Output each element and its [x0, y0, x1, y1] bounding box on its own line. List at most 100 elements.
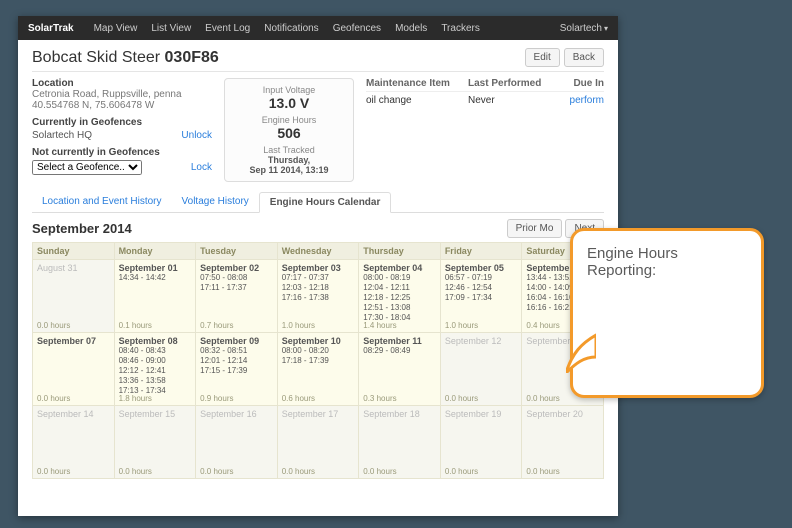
- account-menu[interactable]: Solartech▾: [560, 23, 608, 34]
- calendar-hours: 1.0 hours: [282, 321, 315, 330]
- callout-text: Engine Hours Reporting:: [587, 245, 747, 279]
- voltage-value: 13.0 V: [229, 95, 349, 111]
- prior-month-button[interactable]: Prior Mo: [507, 219, 563, 238]
- back-button[interactable]: Back: [564, 48, 604, 67]
- calendar-cell[interactable]: September 200.0 hours: [522, 406, 604, 479]
- tab-voltage-history[interactable]: Voltage History: [172, 192, 259, 212]
- nav-notifications[interactable]: Notifications: [264, 23, 318, 34]
- nav-map-view[interactable]: Map View: [94, 23, 138, 34]
- calendar-date: September 04: [363, 263, 436, 273]
- hours-label: Engine Hours: [229, 115, 349, 125]
- calendar-event: 08:32 - 08:51: [200, 346, 273, 356]
- calendar-day-header: Wednesday: [277, 243, 359, 260]
- calendar-hours: 0.3 hours: [363, 394, 396, 403]
- calendar-event: 08:40 - 08:43: [119, 346, 192, 356]
- calendar-event: 14:34 - 14:42: [119, 273, 192, 283]
- calendar-date: September 15: [119, 409, 192, 419]
- calendar-hours: 0.0 hours: [37, 394, 70, 403]
- calendar-hours: 0.9 hours: [200, 394, 233, 403]
- location-label: Location: [32, 78, 212, 89]
- nav-list-view[interactable]: List View: [151, 23, 191, 34]
- calendar-date: September 03: [282, 263, 355, 273]
- calendar-event: 13:36 - 13:58: [119, 376, 192, 386]
- calendar-cell[interactable]: September 180.0 hours: [359, 406, 441, 479]
- tab-engine-hours[interactable]: Engine Hours Calendar: [259, 192, 392, 213]
- calendar-date: August 31: [37, 263, 110, 273]
- chevron-down-icon: ▾: [604, 24, 608, 33]
- in-geofence-label: Currently in Geofences: [32, 117, 212, 128]
- calendar: SundayMondayTuesdayWednesdayThursdayFrid…: [32, 242, 604, 479]
- calendar-event: 17:15 - 17:39: [200, 366, 273, 376]
- calendar-date: September 16: [200, 409, 273, 419]
- calendar-cell[interactable]: September 0408:00 - 08:1912:04 - 12:1112…: [359, 260, 441, 333]
- calendar-cell[interactable]: September 0307:17 - 07:3712:03 - 12:1817…: [277, 260, 359, 333]
- nav-geofences[interactable]: Geofences: [333, 23, 381, 34]
- asset-id: 030F86: [165, 49, 219, 66]
- calendar-event: 17:16 - 17:38: [282, 293, 355, 303]
- calendar-cell[interactable]: September 170.0 hours: [277, 406, 359, 479]
- callout-tail-icon: [566, 333, 596, 373]
- callout: Engine Hours Reporting:: [570, 228, 764, 398]
- calendar-cell[interactable]: September 1008:00 - 08:2017:18 - 17:390.…: [277, 333, 359, 406]
- calendar-hours: 0.4 hours: [526, 321, 559, 330]
- calendar-event: 12:51 - 13:08: [363, 303, 436, 313]
- calendar-event: 08:00 - 08:19: [363, 273, 436, 283]
- calendar-title: September 2014: [32, 221, 132, 236]
- unlock-link[interactable]: Unlock: [181, 130, 212, 141]
- calendar-date: September 10: [282, 336, 355, 346]
- calendar-cell[interactable]: September 150.0 hours: [114, 406, 196, 479]
- calendar-date: September 01: [119, 263, 192, 273]
- calendar-event: 12:18 - 12:25: [363, 293, 436, 303]
- tracked-value: Thursday, Sep 11 2014, 13:19: [229, 155, 349, 175]
- calendar-day-header: Monday: [114, 243, 196, 260]
- calendar-cell[interactable]: September 160.0 hours: [196, 406, 278, 479]
- calendar-hours: 0.0 hours: [37, 321, 70, 330]
- calendar-event: 07:50 - 08:08: [200, 273, 273, 283]
- calendar-date: September 09: [200, 336, 273, 346]
- calendar-hours: 0.0 hours: [282, 467, 315, 476]
- tracked-label: Last Tracked: [229, 145, 349, 155]
- calendar-hours: 0.0 hours: [37, 467, 70, 476]
- calendar-event: 08:00 - 08:20: [282, 346, 355, 356]
- calendar-event: 12:46 - 12:54: [445, 283, 518, 293]
- calendar-day-header: Thursday: [359, 243, 441, 260]
- brand: SolarTrak: [28, 23, 74, 34]
- calendar-cell[interactable]: September 190.0 hours: [440, 406, 522, 479]
- maintenance-table: Maintenance Item Last Performed Due In o…: [366, 78, 604, 182]
- app-panel: SolarTrak Map View List View Event Log N…: [18, 16, 618, 516]
- maint-perform-link[interactable]: perform: [553, 95, 604, 106]
- calendar-cell[interactable]: September 0506:57 - 07:1912:46 - 12:5417…: [440, 260, 522, 333]
- lock-link[interactable]: Lock: [191, 162, 212, 173]
- nav-trackers[interactable]: Trackers: [441, 23, 480, 34]
- geofence-select[interactable]: Select a Geofence...: [32, 160, 142, 175]
- calendar-cell[interactable]: September 070.0 hours: [33, 333, 115, 406]
- calendar-event: 08:29 - 08:49: [363, 346, 436, 356]
- nav-event-log[interactable]: Event Log: [205, 23, 250, 34]
- calendar-day-header: Tuesday: [196, 243, 278, 260]
- calendar-cell[interactable]: September 0114:34 - 14:42 0.1 hours: [114, 260, 196, 333]
- calendar-date: September 05: [445, 263, 518, 273]
- title-bar: Bobcat Skid Steer 030F86 Edit Back: [32, 48, 604, 72]
- tab-location-history[interactable]: Location and Event History: [32, 192, 172, 212]
- calendar-hours: 1.8 hours: [119, 394, 152, 403]
- topbar: SolarTrak Map View List View Event Log N…: [18, 16, 618, 40]
- calendar-event: 07:17 - 07:37: [282, 273, 355, 283]
- calendar-cell[interactable]: August 31 0.0 hours: [33, 260, 115, 333]
- calendar-cell[interactable]: September 1108:29 - 08:49 0.3 hours: [359, 333, 441, 406]
- edit-button[interactable]: Edit: [525, 48, 560, 67]
- calendar-hours: 0.0 hours: [526, 394, 559, 403]
- voltage-label: Input Voltage: [229, 85, 349, 95]
- nav-models[interactable]: Models: [395, 23, 427, 34]
- calendar-hours: 0.1 hours: [119, 321, 152, 330]
- calendar-cell[interactable]: September 12 0.0 hours: [440, 333, 522, 406]
- calendar-day-header: Friday: [440, 243, 522, 260]
- calendar-cell[interactable]: September 0808:40 - 08:4308:46 - 09:0012…: [114, 333, 196, 406]
- calendar-hours: 0.0 hours: [445, 394, 478, 403]
- calendar-cell[interactable]: September 0908:32 - 08:5112:01 - 12:1417…: [196, 333, 278, 406]
- calendar-event: 17:18 - 17:39: [282, 356, 355, 366]
- calendar-cell[interactable]: September 0207:50 - 08:0817:11 - 17:370.…: [196, 260, 278, 333]
- hours-value: 506: [229, 125, 349, 141]
- calendar-cell[interactable]: September 140.0 hours: [33, 406, 115, 479]
- calendar-date: September 12: [445, 336, 518, 346]
- calendar-date: September 11: [363, 336, 436, 346]
